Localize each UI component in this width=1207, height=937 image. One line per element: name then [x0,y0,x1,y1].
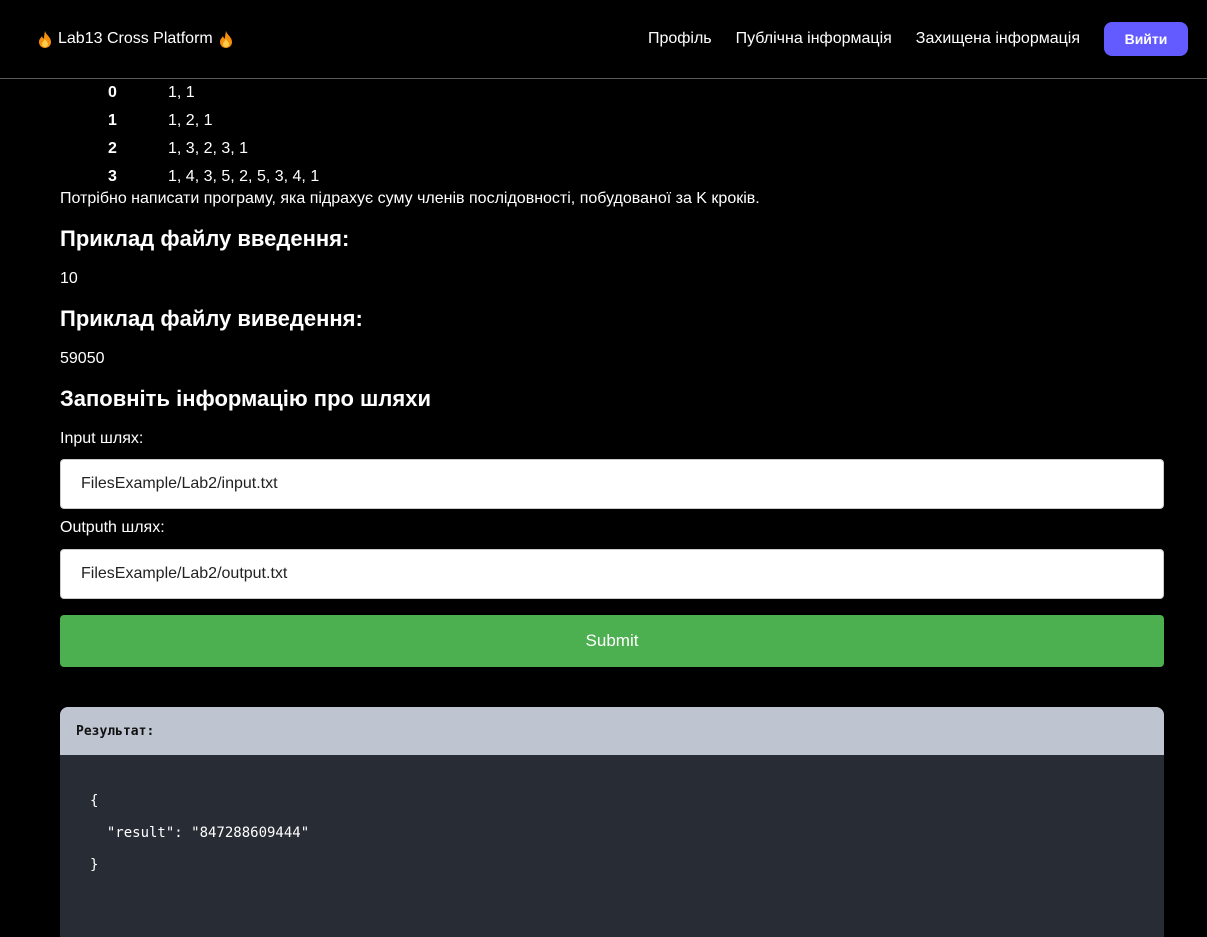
nav-link-protected-info[interactable]: Захищена інформація [916,30,1080,48]
code-line: "result": "847288609444" [90,825,310,841]
top-navbar: Lab13 Cross Platform Профіль Публічна ін… [0,0,1207,79]
step-cell: 1 [108,112,117,129]
output-example-heading: Приклад файлу виведення: [60,306,363,331]
table-row: 1 1, 2, 1 [108,107,319,135]
task-description: Потрібно написати програму, яка підрахує… [60,190,760,207]
sequence-cell: 1, 3, 2, 3, 1 [168,140,249,157]
logout-button[interactable]: Вийти [1104,22,1188,56]
brand[interactable]: Lab13 Cross Platform [38,30,233,48]
result-panel: Результат: { "result": "847288609444" } [60,707,1164,937]
code-line: } [90,857,99,873]
step-cell: 3 [108,168,117,185]
submit-button[interactable]: Submit [60,615,1164,667]
nav-link-profile[interactable]: Профіль [648,30,712,48]
nav-link-public-info[interactable]: Публічна інформація [736,30,892,48]
fire-icon [39,30,51,48]
step-cell: 2 [108,140,117,157]
output-example-value: 59050 [60,350,105,367]
sequence-table: 0 1, 1 1 1, 2, 1 2 1, 3, 2, 3, 1 3 1, 4,… [108,79,319,191]
sequence-cell: 1, 1 [168,84,195,101]
input-example-value: 10 [60,270,78,287]
sequence-cell: 1, 2, 1 [168,112,213,129]
step-cell: 0 [108,84,117,101]
fire-icon [219,30,232,48]
output-path-label: Outputh шлях: [60,519,165,536]
table-row: 2 1, 3, 2, 3, 1 [108,135,319,163]
result-title: Результат: [60,707,1164,755]
input-example-heading: Приклад файлу введення: [60,226,350,251]
input-path-label: Input шлях: [60,430,144,447]
output-path-field[interactable] [60,549,1164,599]
input-path-field[interactable] [60,459,1164,509]
brand-title: Lab13 Cross Platform [58,30,213,47]
code-line: { [90,793,99,809]
nav-links: Профіль Публічна інформація Захищена інф… [648,22,1188,56]
result-code: { "result": "847288609444" } [60,755,1164,889]
form-heading: Заповніть інформацію про шляхи [60,386,431,411]
sequence-cell: 1, 4, 3, 5, 2, 5, 3, 4, 1 [168,168,320,185]
table-row: 0 1, 1 [108,79,319,107]
table-row: 3 1, 4, 3, 5, 2, 5, 3, 4, 1 [108,163,319,191]
